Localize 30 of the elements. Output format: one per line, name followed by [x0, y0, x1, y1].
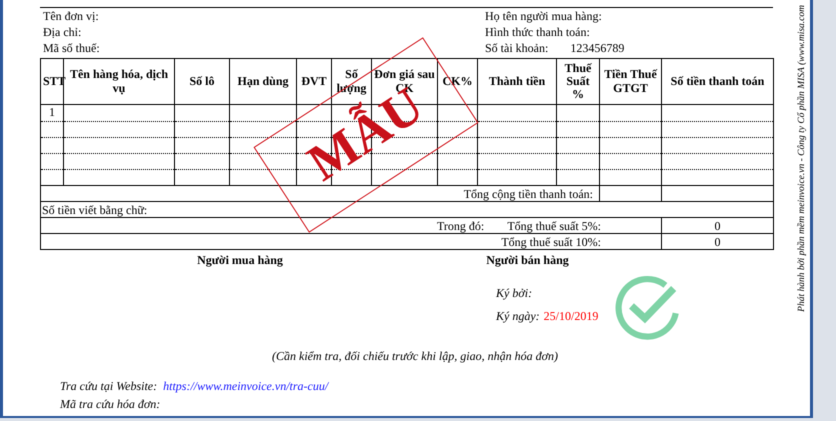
column-header: Thành tiền: [478, 58, 556, 104]
signed-date: 25/10/2019: [544, 309, 598, 324]
publisher-text: Phát hành bởi phần mềm meinvoice.vn - Công ty Cổ phần MISA (www.misa.com: [796, 5, 806, 312]
amount-in-words-label: Số tiền viết bằng chữ:: [42, 202, 148, 216]
column-header: Số lô: [174, 58, 230, 104]
note-text: (Cần kiểm tra, đối chiếu trước khi lập, giao, nhận hóa đơn): [271, 349, 559, 364]
field-label: Địa chỉ:: [43, 24, 82, 40]
column-header: Số tiền thanh toán: [662, 58, 774, 104]
lookup-code-label: Mã tra cứu hóa đơn:: [60, 396, 162, 413]
field-label: Số tài khoản:: [485, 40, 548, 56]
tax-label: Tổng thuế suất 5%:: [507, 218, 601, 232]
field-label: Tên đơn vị:: [43, 8, 100, 24]
website-link[interactable]: https://www.meinvoice.vn/tra-cuu/: [163, 377, 328, 395]
table-cell: 1: [40, 104, 64, 122]
column-header: Tên hàng hóa, dịch vụ: [64, 58, 174, 104]
tax-value: 0: [714, 234, 720, 248]
tax-value: 0: [714, 218, 720, 232]
field-label: Mã số thuế:: [43, 40, 101, 56]
website-label: Tra cứu tại Website:: [60, 378, 158, 395]
signed-date-label: Ký ngày:: [496, 309, 540, 324]
field-label: Hình thức thanh toán:: [485, 24, 590, 40]
tax-label: Tổng thuế suất 10%:: [501, 234, 601, 248]
field-value: 123456789: [570, 40, 624, 56]
signed-by-label: Ký bởi:: [496, 286, 534, 301]
signature-title: Người bán hàng: [486, 252, 569, 268]
field-label: Họ tên người mua hàng:: [485, 8, 602, 24]
column-header: Thuế Suất %: [556, 58, 600, 104]
column-header: Tiền Thuế GTGT: [600, 58, 662, 104]
signature-title: Người mua hàng: [197, 252, 283, 268]
column-header: Hạn dùng: [230, 58, 296, 104]
